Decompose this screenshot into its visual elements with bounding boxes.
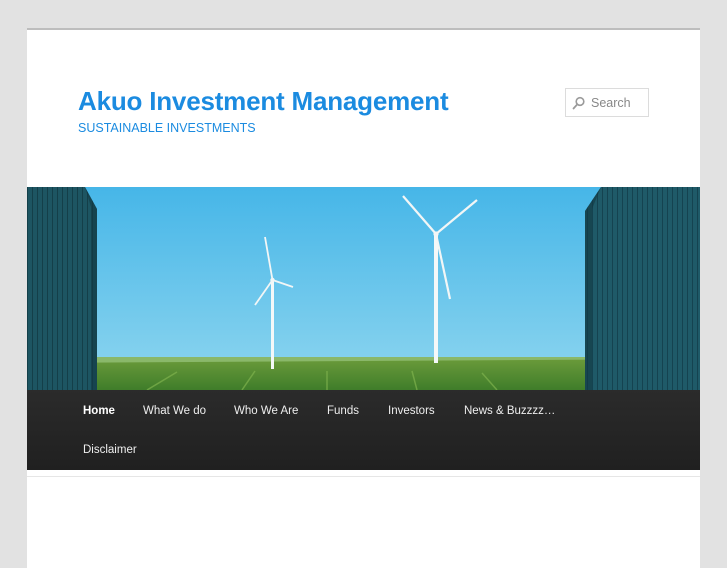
nav-item-home[interactable]: Home [83,404,115,418]
site-tagline: SUSTAINABLE INVESTMENTS [78,121,256,135]
search-input[interactable] [591,89,646,116]
nav-item-who-we-are[interactable]: Who We Are [234,404,298,418]
nav-item-what-we-do[interactable]: What We do [143,404,206,418]
nav-item-funds[interactable]: Funds [327,404,359,418]
content-divider [27,476,700,477]
search-box[interactable] [565,88,649,117]
nav-item-investors[interactable]: Investors [388,404,435,418]
nav-item-news-buzz[interactable]: News & Buzzzz… [464,404,555,418]
main-navigation: Home What We do Who We Are Funds Investo… [27,390,700,470]
nav-item-disclaimer[interactable]: Disclaimer [83,443,137,457]
search-icon [572,96,585,110]
site-title[interactable]: Akuo Investment Management [78,85,449,117]
page-container: Akuo Investment Management SUSTAINABLE I… [27,28,700,568]
header-banner-image [27,187,700,390]
